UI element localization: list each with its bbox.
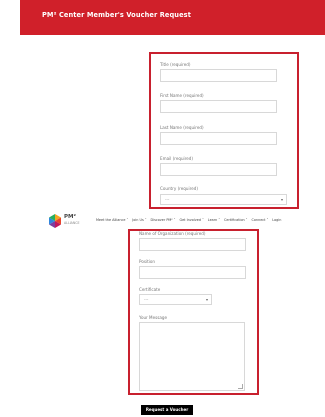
certificate-select-value: --- [144,297,149,302]
organization-label: Name of Organization (required) [139,231,206,236]
nav-menu: Meet the Alliance ˅ Join Us ˅ Discover P… [96,218,281,222]
country-select[interactable]: --- ▾ [160,194,287,205]
nav-item-meet-the-alliance[interactable]: Meet the Alliance ˅ [96,218,128,222]
logo-subtext: ALLIANCE [64,221,80,225]
last-name-input[interactable] [160,132,277,145]
request-voucher-button[interactable]: Request a Voucher [141,405,193,415]
nav-item-certification[interactable]: Certification ˅ [224,218,247,222]
email-input[interactable] [160,163,277,176]
country-label: Country (required) [160,186,198,191]
nav-item-get-involved[interactable]: Get Involved ˅ [179,218,203,222]
nav-item-login[interactable]: Login [272,218,281,222]
certificate-label: Certificate [139,287,161,292]
resize-handle-icon[interactable] [238,384,243,389]
nav-item-connect[interactable]: Connect ˅ [251,218,268,222]
message-label: Your Message [139,315,167,320]
first-name-label: First Name (required) [160,93,204,98]
organization-input[interactable] [139,238,246,251]
last-name-label: Last Name (required) [160,125,204,130]
logo-text: PM² [64,214,76,220]
chevron-down-icon: ▾ [205,297,208,302]
position-input[interactable] [139,266,246,279]
first-name-input[interactable] [160,100,277,113]
country-select-value: --- [165,197,170,202]
page-title: PM² Center Member's Voucher Request [42,11,191,19]
nav-item-join-us[interactable]: Join Us ˅ [132,218,146,222]
title-input[interactable] [160,69,277,82]
nav-item-discover[interactable]: Discover PM² ˅ [151,218,176,222]
email-label: Email (required) [160,156,194,161]
position-label: Position [139,259,155,264]
logo-icon[interactable] [47,213,63,229]
message-textarea[interactable] [139,322,245,391]
certificate-select[interactable]: --- ▾ [139,294,212,305]
chevron-down-icon: ▾ [280,197,283,202]
title-label: Title (required) [160,62,191,67]
nav-item-learn[interactable]: Learn ˅ [208,218,220,222]
